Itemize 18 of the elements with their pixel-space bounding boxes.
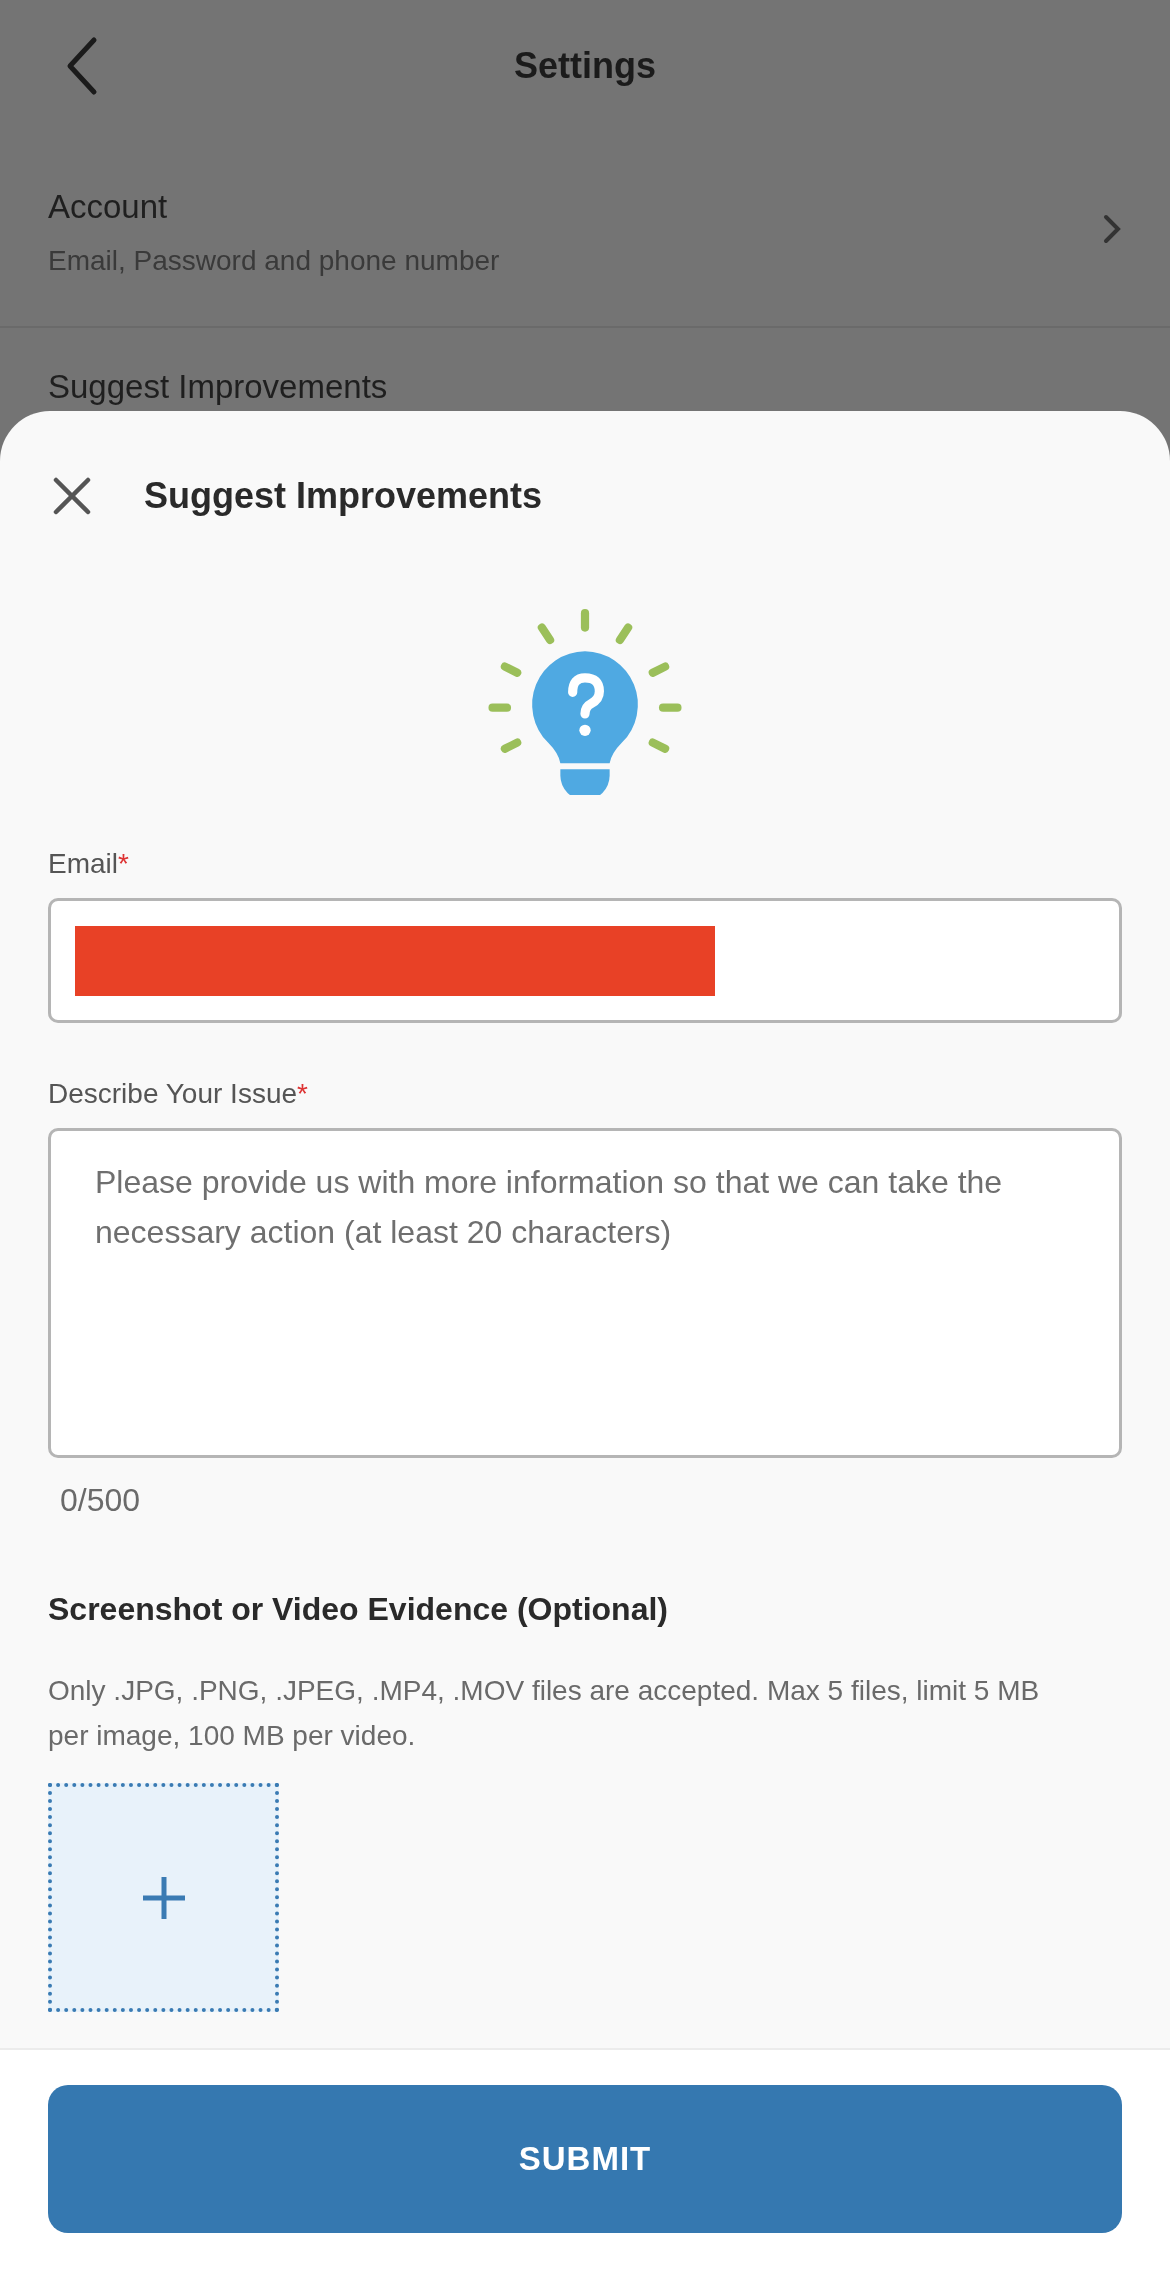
plus-icon — [140, 1874, 187, 1921]
settings-item[interactable]: Account Email, Password and phone number — [0, 132, 1170, 328]
settings-item-title: Account — [48, 188, 169, 226]
sheet-title: Suggest Improvements — [144, 474, 543, 518]
email-field[interactable] — [48, 898, 1122, 1023]
description-field[interactable]: Please provide us with more information so that we can take the necessary action (at least 20 characters) — [48, 1128, 1122, 1458]
field-label: Describe Your Issue* — [48, 1077, 308, 1111]
add-file-button[interactable] — [48, 1783, 279, 2012]
upload-note: Only .JPG, .PNG, .JPEG, .MP4, .MOV files are accepted. Max 5 files, limit 5 MB per image, 100 MB per video. — [48, 1674, 1041, 1753]
field-label: Email* — [48, 847, 129, 881]
settings-item-subtitle: Email, Password and phone number — [48, 244, 500, 278]
settings-item-title: Suggest Improvements — [48, 368, 388, 406]
close-icon[interactable] — [52, 476, 92, 516]
submit-button[interactable]: SUBMIT — [48, 2085, 1122, 2233]
character-counter: 0/500 — [60, 1481, 141, 1520]
section-heading: Screenshot or Video Evidence (Optional) — [48, 1590, 668, 1629]
chevron-right-icon — [1102, 213, 1122, 245]
page-title: Settings — [514, 44, 656, 88]
